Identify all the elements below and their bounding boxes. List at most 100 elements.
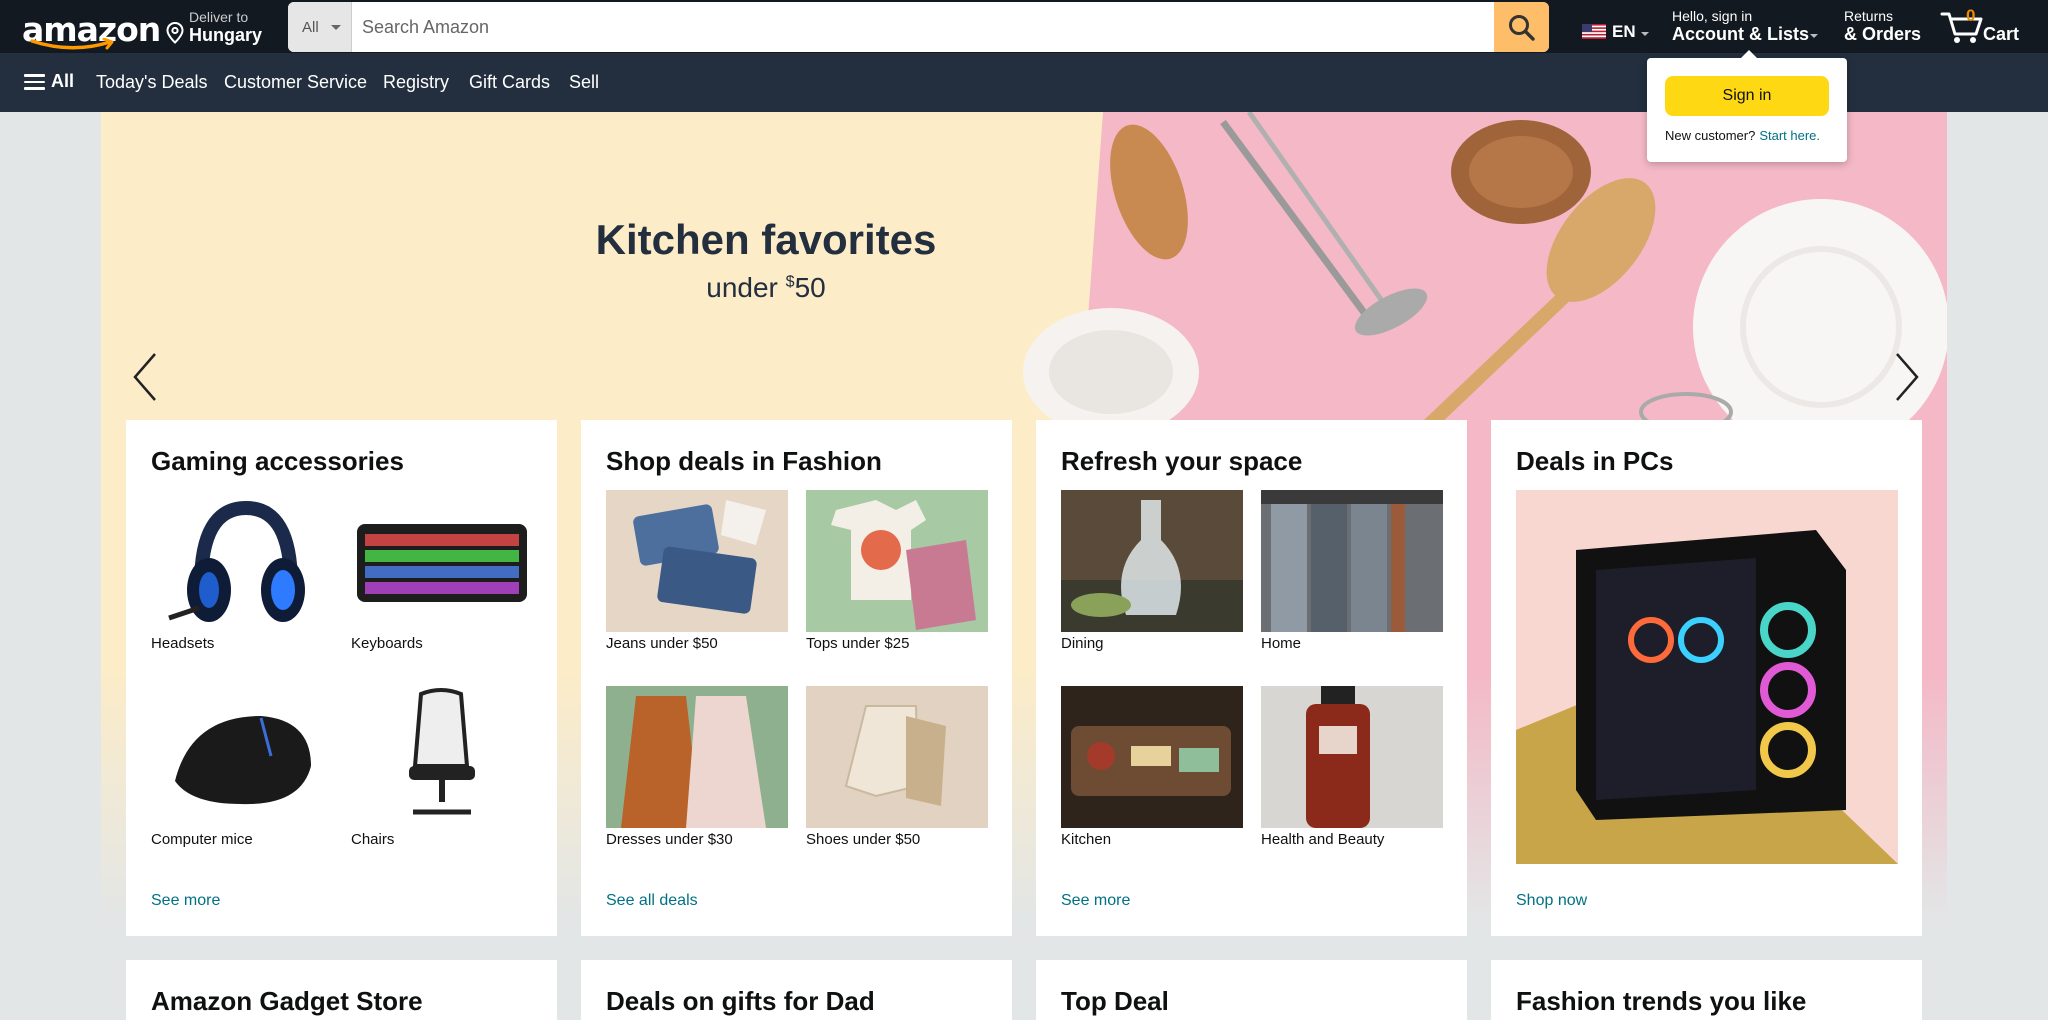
card-title: Gaming accessories [151,446,404,476]
hero-title: Kitchen favorites [595,216,937,263]
tile-headsets-image[interactable] [151,490,333,632]
dining-carafe-icon [1061,500,1243,632]
deliver-location: Hungary [189,25,263,45]
tops-icon [831,500,976,630]
card-amazon-gadget-store: Amazon Gadget Store [126,960,557,1020]
kitchen-board-icon [1071,726,1231,796]
top-navigation-bar: amazon Deliver to Hungary All Search Ama… [0,0,2048,53]
all-menu-label: All [51,71,75,91]
tile-label-jeans[interactable]: Jeans under $50 [606,635,718,652]
account-greeting: Hello, sign in [1672,8,1753,24]
tile-keyboards-image[interactable] [351,490,533,632]
see-more-link[interactable]: See more [1061,892,1130,910]
language-selector[interactable]: EN [1580,22,1650,42]
sign-in-flyout: Sign in New customer? Start here. [1647,50,1847,162]
tile-chairs-image[interactable] [351,686,533,828]
beauty-bottle-icon [1306,686,1370,828]
computer-mouse-icon [175,716,311,805]
search-input[interactable] [352,2,1484,52]
tile-label-kitchen[interactable]: Kitchen [1061,831,1111,848]
us-flag-icon [1582,24,1606,39]
new-customer-label: New customer? [1665,128,1756,143]
tile-health-beauty-image[interactable] [1261,686,1443,828]
all-menu-button[interactable]: All [24,71,74,92]
hero-subtitle: under $50 [461,272,1071,304]
tile-label-computer-mice[interactable]: Computer mice [151,831,253,848]
new-customer-prompt: New customer? Start here. [1665,128,1820,143]
chevron-down-icon [1641,32,1649,36]
cart-count: 0 [1966,6,1976,25]
card-title: Deals in PCs [1516,446,1674,476]
flyout-notch [1741,50,1757,58]
tile-label-keyboards[interactable]: Keyboards [351,635,423,652]
tile-label-dresses[interactable]: Dresses under $30 [606,831,733,848]
start-here-link[interactable]: Start here. [1759,128,1820,143]
search-icon [1509,15,1535,41]
sign-in-button[interactable]: Sign in [1665,76,1829,116]
returns-and-orders[interactable]: Returns & Orders [1844,8,1924,48]
account-label: Account & Lists [1672,24,1810,44]
tile-label-tops[interactable]: Tops under $25 [806,635,909,652]
nav-item-gift-cards[interactable]: Gift Cards [469,72,550,93]
tile-computer-mice-image[interactable] [151,686,333,828]
shoes-icon [844,705,946,806]
tile-dining-image[interactable] [1061,490,1243,632]
returns-label: Returns [1844,8,1894,24]
location-pin-icon [166,22,184,44]
shop-now-link[interactable]: Shop now [1516,892,1587,910]
tile-label-health-beauty[interactable]: Health and Beauty [1261,831,1384,848]
tile-pc-image[interactable] [1516,490,1898,864]
nav-item-todays-deals[interactable]: Today's Deals [96,72,208,93]
chevron-down-icon [1810,34,1818,38]
card-refresh-your-space: Refresh your space Dining Home Kitchen H… [1036,420,1467,936]
cart-icon [1940,12,1983,43]
logo-smile-icon [30,38,114,50]
card-title: Refresh your space [1061,446,1303,476]
card-top-deal: Top Deal [1036,960,1467,1020]
gaming-chair-icon [409,688,475,815]
see-more-link[interactable]: See more [151,892,220,910]
carousel-next-arrow-icon[interactable] [1891,352,1921,402]
search-bar: All [288,2,1549,52]
card-deals-gifts-dad: Deals on gifts for Dad [581,960,1012,1020]
tile-kitchen-image[interactable] [1061,686,1243,828]
account-and-lists[interactable]: Hello, sign in Account & Lists [1672,8,1822,48]
nav-item-customer-service[interactable]: Customer Service [224,72,367,93]
headset-icon [168,500,305,622]
carousel-previous-arrow-icon[interactable] [131,352,161,402]
jeans-icon [633,500,766,614]
search-category-dropdown[interactable]: All [288,2,352,52]
card-title: Shop deals in Fashion [606,446,882,476]
gaming-pc-icon [1516,530,1898,864]
deliver-to-label: Deliver to [189,9,249,25]
see-all-deals-link[interactable]: See all deals [606,892,698,910]
language-code: EN [1612,22,1636,41]
tile-jeans-image[interactable] [606,490,788,632]
hero-subtitle-prefix: under [706,272,786,303]
tile-label-chairs[interactable]: Chairs [351,831,394,848]
cart-button[interactable]: 0 Cart [1940,4,2030,50]
deliver-to-selector[interactable]: Deliver to Hungary [166,8,276,48]
search-category-value: All [302,19,319,36]
cart-label: Cart [1983,24,2020,44]
tile-label-shoes[interactable]: Shoes under $50 [806,831,920,848]
tile-label-dining[interactable]: Dining [1061,635,1104,652]
hero-amount: 50 [794,272,826,303]
search-button[interactable] [1494,2,1549,52]
amazon-logo[interactable]: amazon [20,6,161,50]
hero-currency: $ [785,273,795,291]
home-towels-icon [1261,490,1443,632]
tile-home-image[interactable] [1261,490,1443,632]
card-fashion-trends: Fashion trends you like [1491,960,1922,1020]
card-deals-in-pcs: Deals in PCs Shop now [1491,420,1922,936]
dresses-icon [621,696,766,828]
tile-label-headsets[interactable]: Headsets [151,635,214,652]
tile-dresses-image[interactable] [606,686,788,828]
chevron-down-icon [331,25,341,30]
nav-item-sell[interactable]: Sell [569,72,599,93]
nav-item-registry[interactable]: Registry [383,72,449,93]
tile-tops-image[interactable] [806,490,988,632]
tile-label-home[interactable]: Home [1261,635,1301,652]
keyboard-icon [357,524,527,602]
tile-shoes-image[interactable] [806,686,988,828]
